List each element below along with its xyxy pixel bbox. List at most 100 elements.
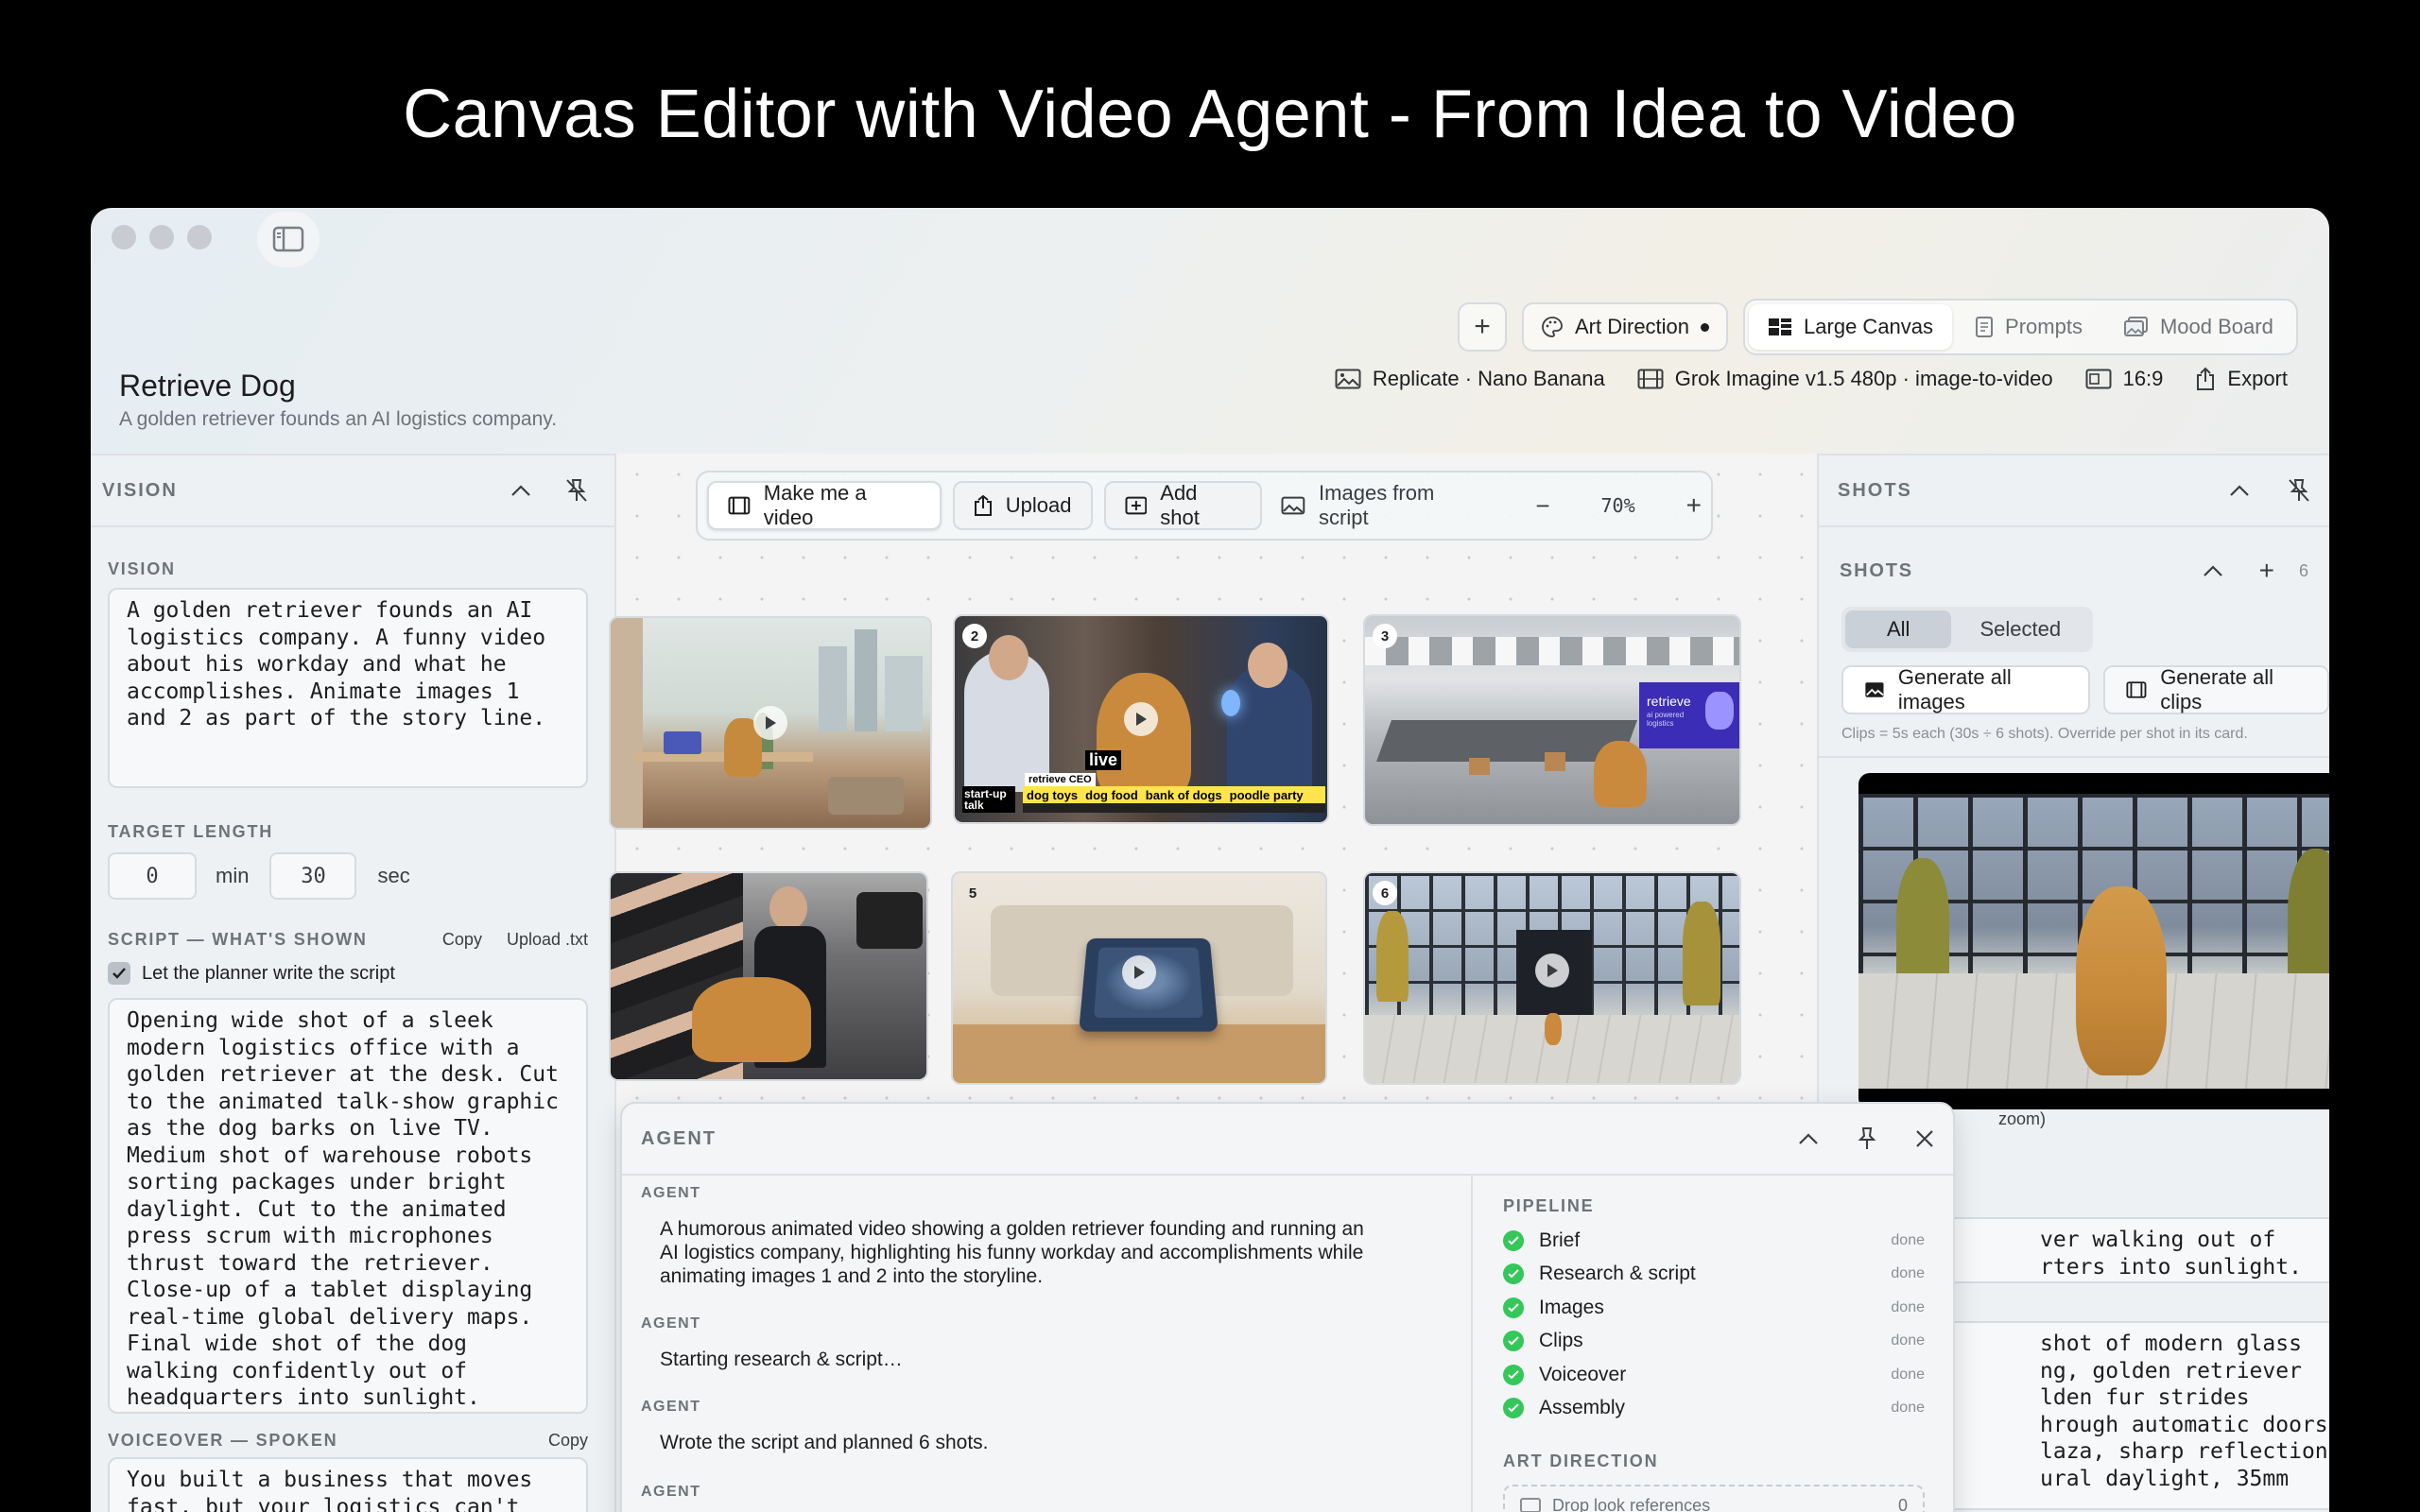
- drop-references-zone[interactable]: Drop look references 0: [1503, 1485, 1925, 1512]
- unpin-icon[interactable]: [565, 478, 588, 503]
- sidebar-toggle-button[interactable]: [257, 211, 320, 267]
- aspect-ratio-selector[interactable]: 16:9: [2085, 367, 2164, 391]
- chevron-up-icon[interactable]: [1798, 1132, 1819, 1145]
- video-model-selector[interactable]: Grok Imagine v1.5 480p · image-to-video: [1637, 367, 2053, 391]
- shot-card-2[interactable]: 2 live retrieve CEO start-up talk dog to…: [953, 614, 1329, 824]
- shot-card-1[interactable]: [609, 616, 932, 830]
- brand-sign: retrieve: [1647, 694, 1691, 709]
- clips-hint: Clips = 5s each (30s ÷ 6 shots). Overrid…: [1841, 726, 2248, 742]
- shot-count: 6: [2298, 560, 2308, 580]
- agent-panel-header: AGENT: [622, 1104, 1953, 1176]
- shot-card-3[interactable]: retrieve ai powered logistics 3: [1363, 614, 1741, 826]
- checkbox-checked-icon[interactable]: [108, 962, 130, 985]
- target-length-label: TARGET LENGTH: [108, 822, 274, 841]
- talk-show-logo: start-up talk: [962, 786, 1015, 813]
- agent-message: A humorous animated video showing a gold…: [660, 1218, 1364, 1287]
- close-icon[interactable]: [1915, 1129, 1934, 1148]
- top-toolbar: + Art Direction Large Canvas Prompts Moo…: [1458, 299, 2298, 355]
- unpin-icon[interactable]: [2288, 478, 2310, 503]
- agent-panel-title: AGENT: [641, 1127, 717, 1149]
- message-author: AGENT: [641, 1315, 701, 1332]
- close-window-button[interactable]: [112, 225, 136, 249]
- voiceover-textarea[interactable]: You built a business that moves fast, bu…: [108, 1457, 588, 1512]
- pipeline-step: Brief done: [1503, 1224, 1925, 1258]
- play-icon[interactable]: [1124, 702, 1158, 736]
- filter-selected[interactable]: Selected: [1951, 610, 2089, 648]
- image-model-selector[interactable]: Replicate · Nano Banana: [1335, 367, 1605, 391]
- play-icon[interactable]: [753, 706, 787, 740]
- target-seconds-input[interactable]: 30: [269, 852, 357, 900]
- filter-all[interactable]: All: [1845, 610, 1952, 648]
- vision-panel-title: VISION: [102, 479, 178, 501]
- upload-button[interactable]: Upload: [952, 481, 1093, 530]
- copy-script-button[interactable]: Copy: [442, 930, 482, 950]
- share-icon: [2197, 367, 2215, 390]
- view-large-canvas[interactable]: Large Canvas: [1749, 304, 1953, 350]
- add-button[interactable]: +: [1458, 302, 1507, 352]
- shots-panel-title: SHOTS: [1838, 479, 1912, 501]
- shot-number-6: 6: [1373, 881, 1397, 905]
- upload-label: Upload: [1005, 493, 1072, 517]
- references-count: 0: [1897, 1495, 1908, 1512]
- images-from-script-button[interactable]: Images from script: [1273, 481, 1495, 530]
- view-mood-board[interactable]: Mood Board: [2105, 304, 2292, 350]
- pipeline-step: Clips done: [1503, 1325, 1925, 1359]
- upload-txt-button[interactable]: Upload .txt: [507, 930, 588, 950]
- vision-textarea[interactable]: A golden retriever founds an AI logistic…: [108, 588, 588, 788]
- model-settings: Replicate · Nano Banana Grok Imagine v1.…: [1335, 367, 2288, 391]
- plus-icon: +: [1474, 311, 1491, 342]
- add-shot-button[interactable]: Add shot: [1103, 481, 1263, 530]
- minutes-unit: min: [216, 864, 250, 887]
- shot-card-6[interactable]: 6: [1363, 871, 1741, 1085]
- ticker-item: poodle party: [1229, 787, 1304, 802]
- play-icon[interactable]: [1122, 955, 1156, 989]
- play-icon[interactable]: [1535, 954, 1569, 988]
- pipeline-step-status: done: [1891, 1366, 1925, 1383]
- drop-references-label: Drop look references: [1552, 1495, 1711, 1512]
- aspect-ratio-label: 16:9: [2122, 367, 2164, 390]
- art-direction-button[interactable]: Art Direction: [1522, 302, 1729, 352]
- generate-all-images-button[interactable]: Generate all images: [1841, 665, 2091, 714]
- shot-card-5[interactable]: 5: [951, 871, 1327, 1085]
- minimize-window-button[interactable]: [149, 225, 174, 249]
- add-shot-plus-button[interactable]: +: [2259, 556, 2274, 586]
- generate-all-clips-label: Generate all clips: [2160, 665, 2274, 713]
- image-icon: [1865, 682, 1884, 697]
- shot-number-3: 3: [1373, 624, 1397, 648]
- export-button[interactable]: Export: [2195, 367, 2288, 391]
- shot-card-4[interactable]: [609, 871, 928, 1081]
- pin-icon[interactable]: [1857, 1126, 1877, 1151]
- image-model-label: Replicate · Nano Banana: [1372, 367, 1605, 390]
- generate-all-clips-button[interactable]: Generate all clips: [2103, 665, 2329, 714]
- photos-icon: [2123, 317, 2148, 336]
- message-author: AGENT: [641, 1185, 701, 1201]
- target-minutes-input[interactable]: 0: [108, 852, 197, 900]
- video-model-label: Grok Imagine v1.5 480p · image-to-video: [1674, 367, 2053, 390]
- chevron-up-icon[interactable]: [2229, 484, 2250, 497]
- project-title[interactable]: Retrieve Dog: [119, 369, 296, 404]
- view-prompts-label: Prompts: [2005, 315, 2083, 338]
- message-author: AGENT: [641, 1399, 701, 1415]
- shot-preview[interactable]: [1858, 773, 2329, 1109]
- ticker-item: dog toys: [1027, 787, 1079, 802]
- zoom-out-button[interactable]: −: [1535, 491, 1549, 521]
- generate-all-images-label: Generate all images: [1897, 665, 2012, 713]
- script-textarea[interactable]: Opening wide shot of a sleek modern logi…: [108, 998, 588, 1414]
- view-prompts[interactable]: Prompts: [1956, 304, 2101, 350]
- chevron-up-icon[interactable]: [2203, 564, 2223, 577]
- film-icon: [728, 496, 751, 515]
- copy-voiceover-button[interactable]: Copy: [548, 1431, 588, 1451]
- zoom-in-button[interactable]: +: [1686, 490, 1702, 521]
- check-icon: [1503, 1364, 1524, 1385]
- check-icon: [1503, 1229, 1524, 1251]
- planner-checkbox-row[interactable]: Let the planner write the script: [108, 962, 395, 985]
- app-window: + Art Direction Large Canvas Prompts Moo…: [91, 208, 2329, 1512]
- view-large-canvas-label: Large Canvas: [1804, 315, 1934, 338]
- pipeline-step-status: done: [1891, 1298, 1925, 1315]
- image-icon: [1520, 1498, 1541, 1512]
- pipeline-step-name: Brief: [1539, 1228, 1581, 1251]
- pipeline-step: Voiceover done: [1503, 1358, 1925, 1392]
- make-video-button[interactable]: Make me a video: [707, 481, 942, 530]
- chevron-up-icon[interactable]: [510, 484, 531, 497]
- zoom-window-button[interactable]: [187, 225, 212, 249]
